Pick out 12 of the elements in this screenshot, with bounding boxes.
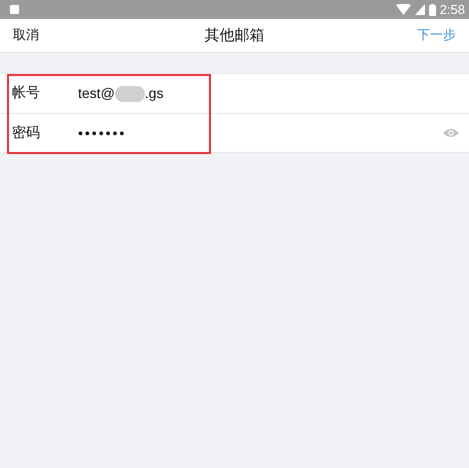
page-title: 其他邮箱 bbox=[204, 25, 264, 46]
wifi-icon bbox=[396, 4, 411, 15]
battery-icon bbox=[428, 4, 436, 16]
app-notification-icon bbox=[10, 5, 19, 14]
cancel-button[interactable]: 取消 bbox=[13, 26, 39, 46]
signal-icon bbox=[414, 4, 425, 15]
password-label: 密码 bbox=[12, 124, 41, 142]
status-time: 2:58 bbox=[440, 0, 465, 19]
password-field[interactable]: ••••••• bbox=[78, 122, 443, 144]
account-label: 帐号 bbox=[12, 84, 41, 103]
account-field[interactable]: test@ .gs bbox=[78, 83, 164, 104]
eye-icon[interactable] bbox=[443, 128, 459, 138]
